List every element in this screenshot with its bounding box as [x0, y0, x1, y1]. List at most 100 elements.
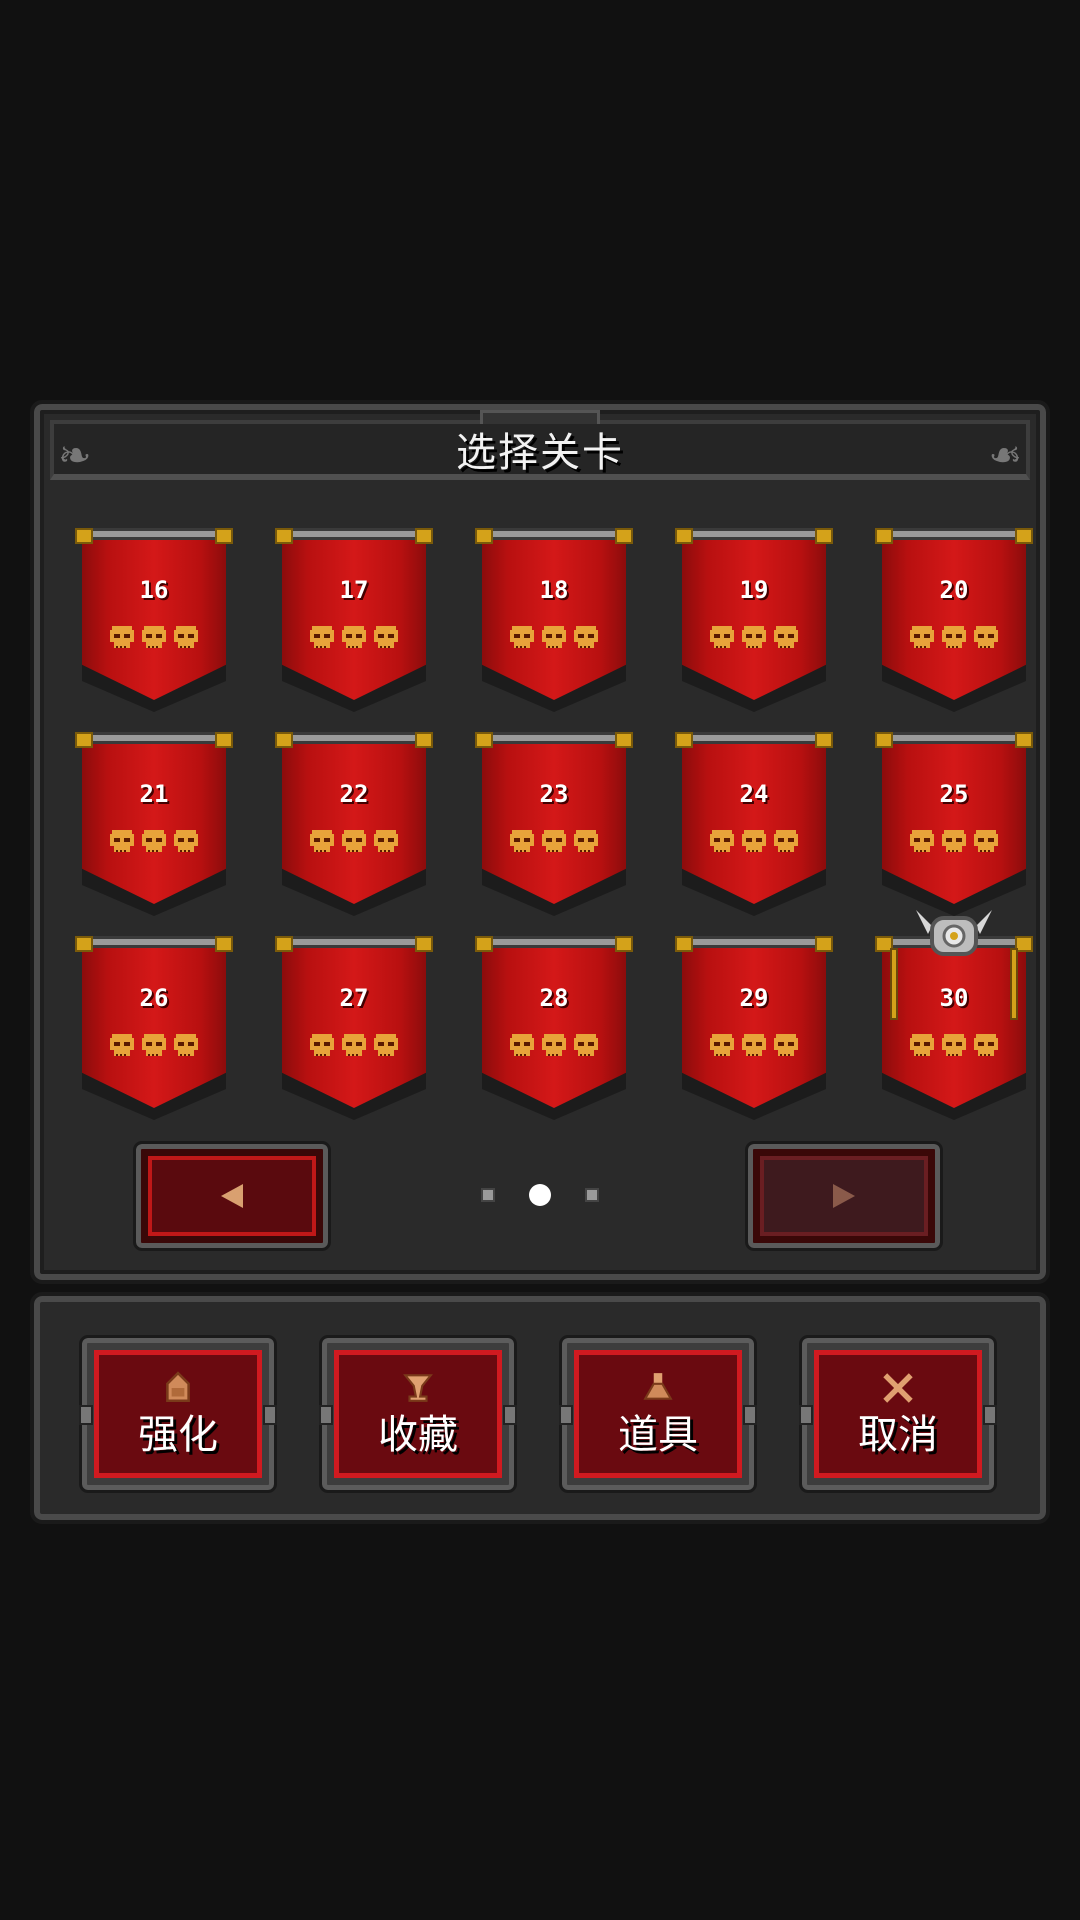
- skull-icon: [172, 1032, 200, 1060]
- page-indicator: [470, 1180, 610, 1210]
- next-page-button[interactable]: [745, 1141, 943, 1251]
- level-number: 30: [939, 984, 969, 1012]
- level-banner-18[interactable]: 18: [475, 528, 633, 712]
- skull-rating: [676, 828, 832, 856]
- banner-rod: [875, 528, 1033, 544]
- skull-icon: [140, 1032, 168, 1060]
- skull-rating: [676, 624, 832, 652]
- skull-icon: [572, 828, 600, 856]
- skull-icon: [772, 624, 800, 652]
- skull-icon: [308, 1032, 336, 1060]
- corner-swirl-icon: ❧: [58, 433, 92, 479]
- skull-icon: [740, 624, 768, 652]
- skull-icon: [908, 828, 936, 856]
- skull-icon: [172, 624, 200, 652]
- upgrade-icon: [161, 1371, 195, 1405]
- banner-rod: [75, 732, 233, 748]
- level-select-panel: ❧ 选择关卡 ❧ 16 17 18 19 20 21 22 23 24 25 26 27 28 29 30: [30, 400, 1050, 1284]
- trophy-button[interactable]: 收藏: [319, 1335, 517, 1493]
- level-banner-25[interactable]: 25: [875, 732, 1033, 916]
- level-banner-30[interactable]: 30: [875, 910, 1033, 1120]
- level-number: 21: [139, 780, 169, 808]
- page-dot-1[interactable]: [481, 1188, 495, 1202]
- level-banner-27[interactable]: 27: [275, 936, 433, 1120]
- skull-icon: [740, 828, 768, 856]
- skull-icon: [940, 828, 968, 856]
- skull-icon: [172, 828, 200, 856]
- banner-rod: [275, 732, 433, 748]
- level-banner-21[interactable]: 21: [75, 732, 233, 916]
- banner-rod: [675, 732, 833, 748]
- skull-icon: [308, 624, 336, 652]
- potion-button[interactable]: 道具: [559, 1335, 757, 1493]
- banner-rod: [75, 528, 233, 544]
- skull-icon: [740, 1032, 768, 1060]
- skull-icon: [908, 624, 936, 652]
- skull-rating: [476, 1032, 632, 1060]
- banner-rod: [475, 528, 633, 544]
- level-banner-16[interactable]: 16: [75, 528, 233, 712]
- skull-rating: [76, 828, 232, 856]
- close-button[interactable]: 取消: [799, 1335, 997, 1493]
- level-grid: 16 17 18 19 20 21 22 23 24 25 26 27 28 29 30: [68, 528, 1033, 1128]
- potion-icon: [641, 1371, 675, 1405]
- banner-rod: [475, 732, 633, 748]
- level-number: 19: [739, 576, 769, 604]
- action-bar: 强化 收藏 道具 取消: [30, 1292, 1050, 1524]
- level-number: 24: [739, 780, 769, 808]
- action-label: 收藏: [378, 1412, 458, 1458]
- level-banner-24[interactable]: 24: [675, 732, 833, 916]
- page-dot-2[interactable]: [529, 1184, 551, 1206]
- skull-icon: [508, 828, 536, 856]
- skull-rating: [276, 828, 432, 856]
- skull-icon: [940, 624, 968, 652]
- skull-rating: [876, 828, 1032, 856]
- skull-rating: [276, 1032, 432, 1060]
- level-banner-19[interactable]: 19: [675, 528, 833, 712]
- level-banner-22[interactable]: 22: [275, 732, 433, 916]
- page-title: 选择关卡: [456, 430, 624, 476]
- level-banner-20[interactable]: 20: [875, 528, 1033, 712]
- skull-rating: [476, 828, 632, 856]
- level-number: 28: [539, 984, 569, 1012]
- level-banner-28[interactable]: 28: [475, 936, 633, 1120]
- banner-rod: [75, 936, 233, 952]
- level-number: 27: [339, 984, 369, 1012]
- skull-icon: [340, 828, 368, 856]
- skull-icon: [572, 1032, 600, 1060]
- skull-icon: [940, 1032, 968, 1060]
- action-label: 强化: [138, 1412, 218, 1458]
- level-number: 25: [939, 780, 969, 808]
- skull-rating: [676, 1032, 832, 1060]
- skull-icon: [372, 1032, 400, 1060]
- skull-icon: [708, 1032, 736, 1060]
- level-banner-29[interactable]: 29: [675, 936, 833, 1120]
- boss-helmet-icon: [912, 906, 996, 962]
- arrow-right-icon: [833, 1184, 855, 1208]
- level-number: 23: [539, 780, 569, 808]
- skull-icon: [772, 1032, 800, 1060]
- page-dot-3[interactable]: [585, 1188, 599, 1202]
- skull-rating: [876, 624, 1032, 652]
- skull-icon: [308, 828, 336, 856]
- skull-icon: [372, 624, 400, 652]
- skull-icon: [340, 1032, 368, 1060]
- level-banner-23[interactable]: 23: [475, 732, 633, 916]
- skull-icon: [708, 828, 736, 856]
- prev-page-button[interactable]: [133, 1141, 331, 1251]
- skull-icon: [140, 624, 168, 652]
- banner-rod: [875, 732, 1033, 748]
- skull-icon: [540, 828, 568, 856]
- level-banner-17[interactable]: 17: [275, 528, 433, 712]
- skull-icon: [540, 1032, 568, 1060]
- skull-icon: [108, 624, 136, 652]
- corner-swirl-icon: ❧: [988, 433, 1022, 479]
- skull-icon: [372, 828, 400, 856]
- skull-icon: [340, 624, 368, 652]
- skull-icon: [908, 1032, 936, 1060]
- banner-rod: [675, 528, 833, 544]
- banner-rod: [475, 936, 633, 952]
- upgrade-button[interactable]: 强化: [79, 1335, 277, 1493]
- skull-icon: [540, 624, 568, 652]
- level-banner-26[interactable]: 26: [75, 936, 233, 1120]
